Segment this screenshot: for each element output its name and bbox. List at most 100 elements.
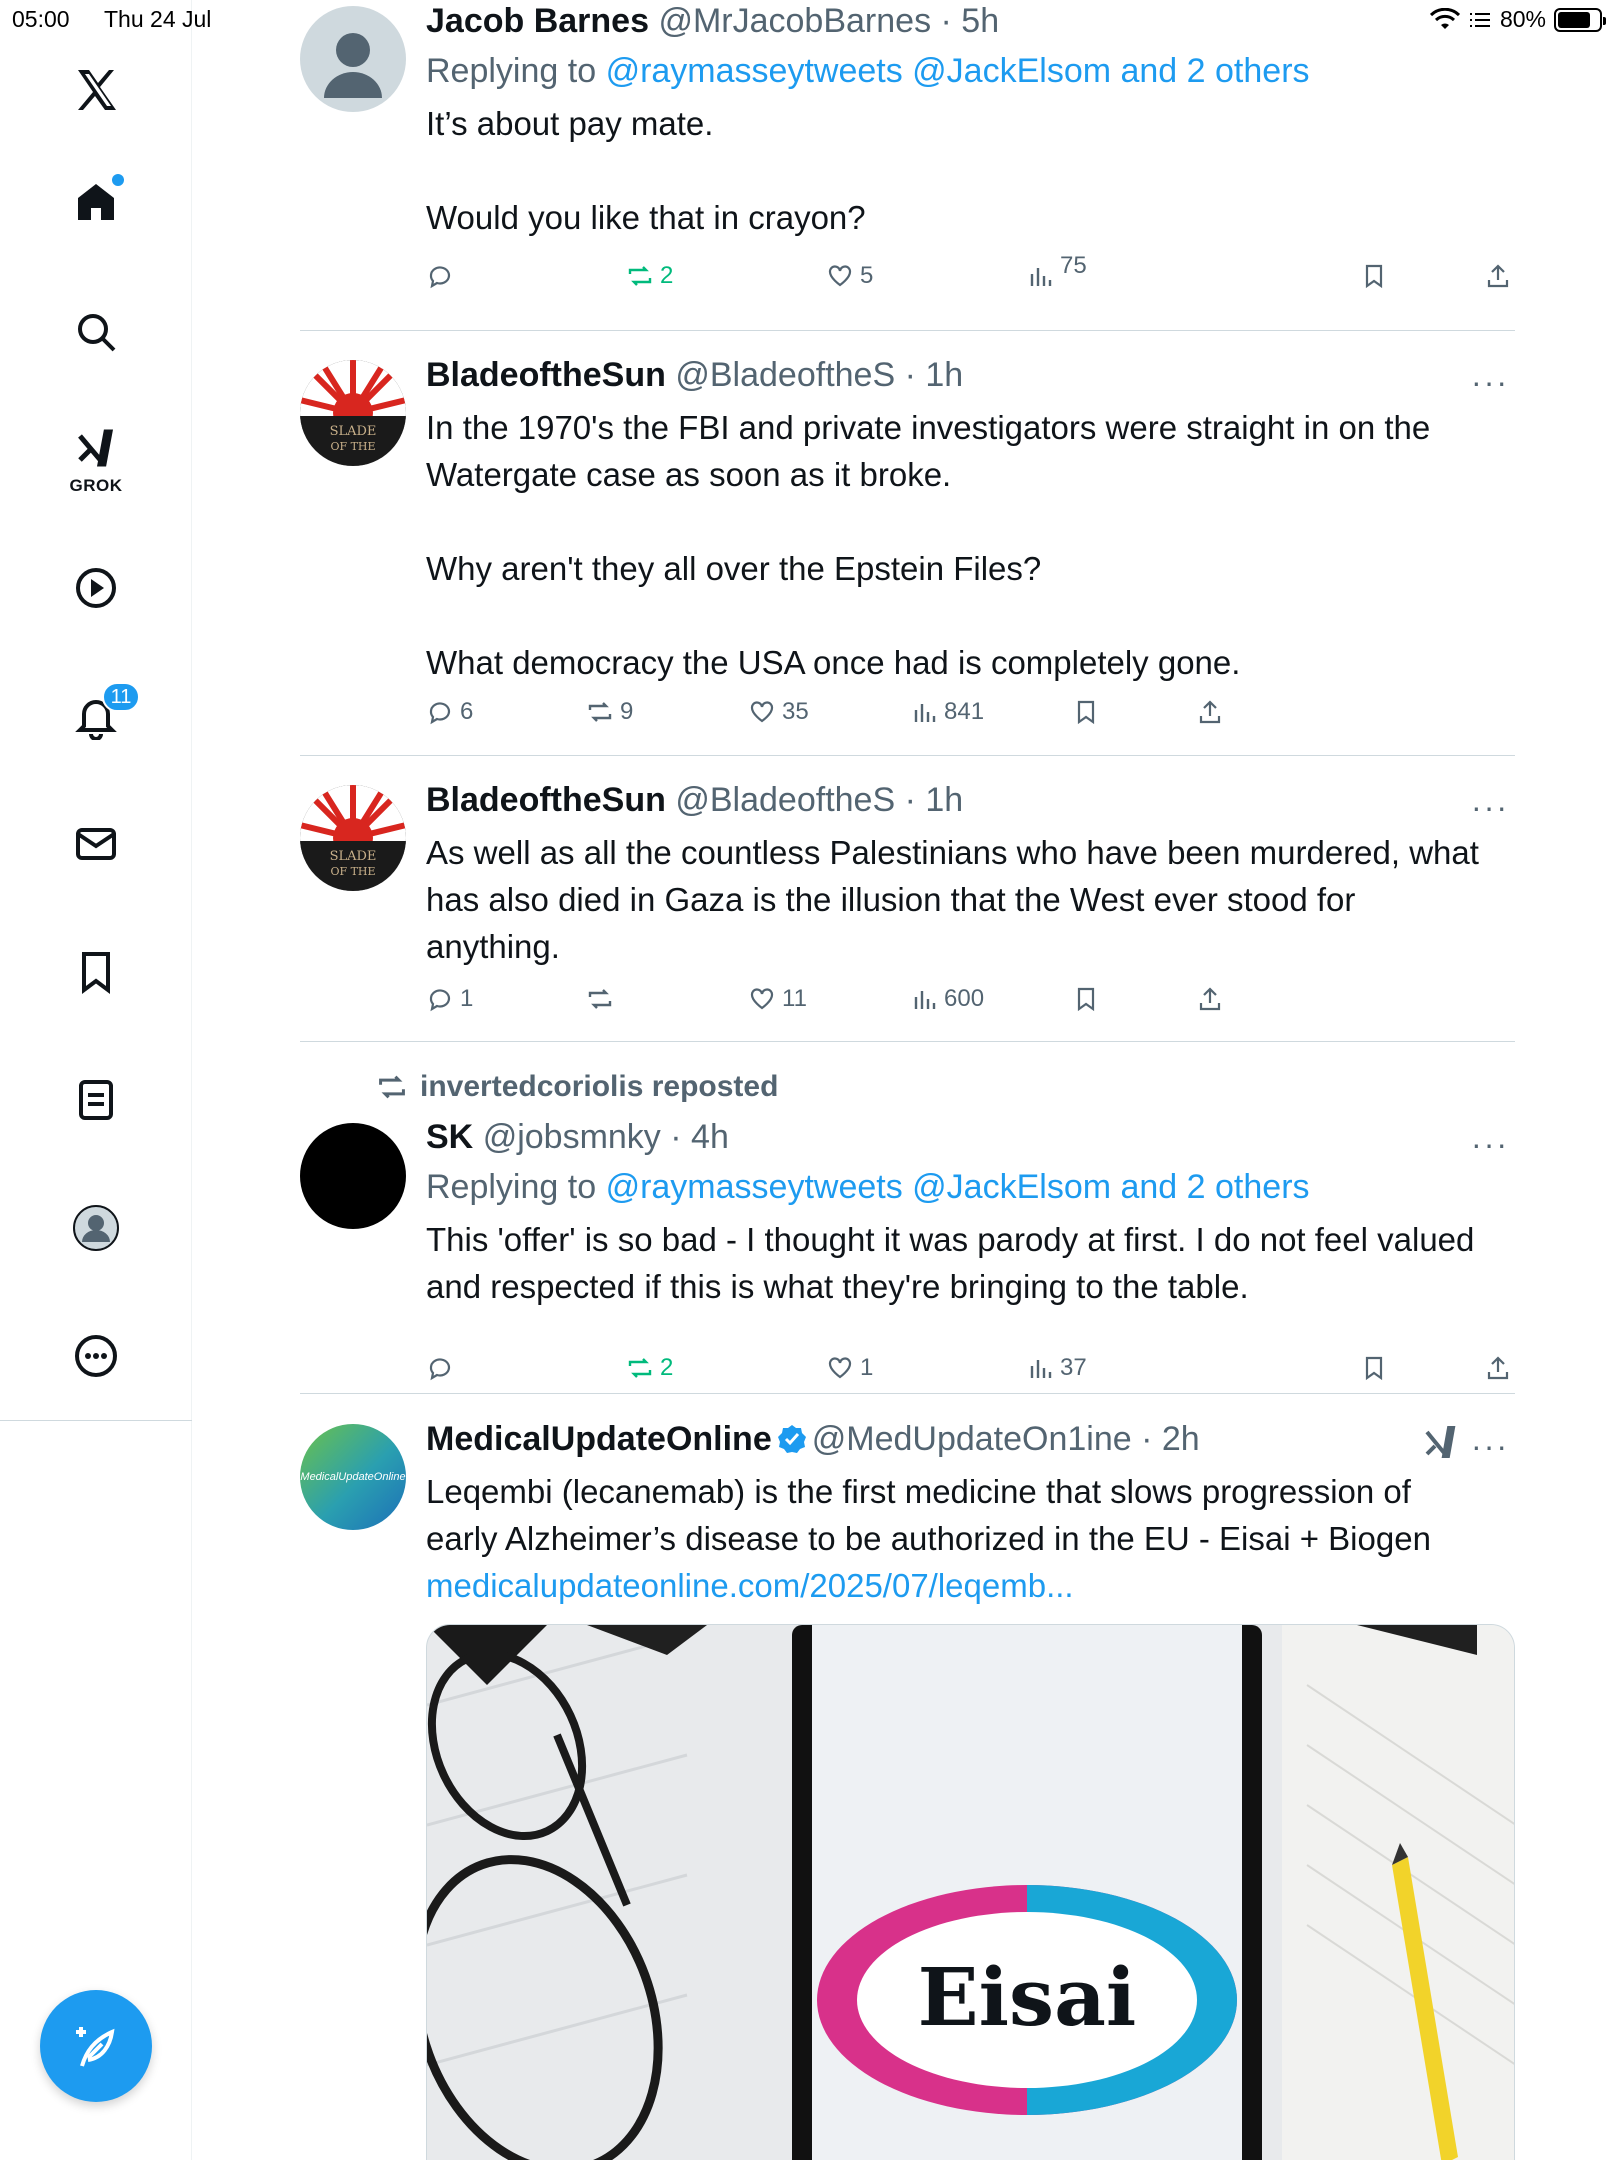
svg-text:SLADE: SLADE xyxy=(330,849,377,864)
svg-text:OF THE: OF THE xyxy=(330,440,375,453)
text-line: Leqembi (lecanemab) is the first medicin… xyxy=(426,1473,1411,1510)
like-button[interactable]: 35 xyxy=(748,698,809,726)
status-time: 05:00 xyxy=(12,6,70,32)
x-logo-icon[interactable] xyxy=(66,60,126,120)
status-date: Thu 24 Jul xyxy=(104,6,212,32)
bookmark-button[interactable] xyxy=(1360,1354,1388,1382)
messages-icon[interactable] xyxy=(66,814,126,874)
author-name[interactable]: SK xyxy=(426,1118,473,1156)
text-line: It’s about pay mate. xyxy=(426,105,714,142)
svg-text:OF THE: OF THE xyxy=(330,865,375,878)
reply-icon xyxy=(429,989,451,1012)
views-button[interactable]: 841 xyxy=(910,698,984,726)
bookmark-button[interactable] xyxy=(1360,262,1388,290)
reposted-by[interactable]: invertedcoriolis reposted xyxy=(376,1070,778,1104)
more-options-icon[interactable]: ··· xyxy=(1471,364,1509,401)
author-handle[interactable]: @MedUpdateOn1ine xyxy=(812,1420,1132,1458)
like-button[interactable]: 1 xyxy=(826,1354,873,1382)
sidebar-divider xyxy=(0,1420,192,1421)
bookmarks-icon[interactable] xyxy=(66,942,126,1002)
grok-explain-icon[interactable] xyxy=(1421,1424,1461,1464)
video-icon[interactable] xyxy=(66,558,126,618)
more-options-icon[interactable]: ··· xyxy=(1471,789,1509,826)
text-line: What democracy the USA once had is compl… xyxy=(426,644,1241,681)
author-name[interactable]: BladeoftheSun xyxy=(426,781,666,819)
verified-badge-icon xyxy=(777,1425,806,1453)
like-button[interactable]: 5 xyxy=(826,262,873,290)
avatar[interactable]: MedicalUpdateOnline xyxy=(300,1424,406,1530)
notifications-icon[interactable]: 11 xyxy=(66,682,140,746)
views-button[interactable]: 600 xyxy=(910,985,984,1013)
reply-button[interactable] xyxy=(426,262,460,290)
tweet-time[interactable]: 4h xyxy=(691,1118,729,1156)
more-options-icon[interactable]: ··· xyxy=(1471,1428,1509,1465)
repost-button[interactable]: 2 xyxy=(626,1354,673,1382)
lists-icon[interactable] xyxy=(66,1070,126,1130)
compose-post-button[interactable] xyxy=(40,1990,152,2102)
share-button[interactable] xyxy=(1196,698,1224,726)
repost-button[interactable]: 9 xyxy=(586,698,633,726)
battery-percent: 80% xyxy=(1499,6,1546,32)
author-name[interactable]: BladeoftheSun xyxy=(426,356,666,394)
text-line: In the 1970's the FBI and private invest… xyxy=(426,409,1431,446)
share-button[interactable] xyxy=(1484,1354,1512,1382)
more-icon[interactable] xyxy=(66,1326,126,1386)
share-icon xyxy=(1487,264,1509,288)
replying-to: Replying to @raymasseytweets @JackElsom … xyxy=(426,50,1515,92)
replying-label: Replying to xyxy=(426,52,597,90)
text-line: Watergate case as soon as it broke. xyxy=(426,456,952,493)
battery-icon xyxy=(1554,7,1606,32)
home-unread-dot xyxy=(112,174,124,186)
bookmark-button[interactable] xyxy=(1072,698,1100,726)
heart-icon xyxy=(828,1357,852,1379)
reply-button[interactable]: 6 xyxy=(426,698,473,726)
repost-icon xyxy=(379,1075,405,1099)
tweet-time[interactable]: 1h xyxy=(925,356,963,394)
profile-icon[interactable] xyxy=(66,1198,126,1258)
reply-icon xyxy=(429,702,451,725)
tweet-media-image[interactable]: Eisai xyxy=(426,1624,1515,2160)
replying-to-links[interactable]: @raymasseytweets @JackElsom and 2 others xyxy=(606,1168,1310,1206)
repost-button[interactable]: 2 xyxy=(626,262,673,290)
avatar[interactable]: SLADE OF THE xyxy=(300,360,406,466)
views-button[interactable]: 37 xyxy=(1026,1354,1087,1382)
wifi-icon xyxy=(1429,7,1460,29)
author-handle[interactable]: @BladeoftheS xyxy=(675,781,895,819)
tweet-link[interactable]: medicalupdateonline.com/2025/07/leqemb..… xyxy=(426,1562,1515,1609)
share-button[interactable] xyxy=(1484,262,1512,290)
search-icon[interactable] xyxy=(66,302,126,362)
like-button[interactable]: 11 xyxy=(748,985,807,1013)
text-line: anything. xyxy=(426,928,560,965)
author-handle[interactable]: @BladeoftheS xyxy=(675,356,895,394)
views-icon xyxy=(914,991,936,1009)
views-button[interactable]: 75 xyxy=(1026,252,1087,290)
media-logo-text: Eisai xyxy=(918,1950,1137,2044)
author-name[interactable]: MedicalUpdateOnline xyxy=(426,1420,772,1458)
reply-icon xyxy=(429,266,451,289)
text-line: As well as all the countless Palestinian… xyxy=(426,834,1479,871)
share-button[interactable] xyxy=(1196,985,1224,1013)
reply-button[interactable]: 1 xyxy=(426,985,473,1013)
avatar-text: MedicalUpdateOnline xyxy=(300,1471,406,1483)
replying-to-links[interactable]: @raymasseytweets @JackElsom and 2 others xyxy=(606,52,1310,90)
avatar[interactable]: SLADE OF THE xyxy=(300,785,406,891)
text-line: and respected if this is what they're br… xyxy=(426,1268,1249,1305)
more-options-icon[interactable]: ··· xyxy=(1471,1126,1509,1163)
tweet-text: This 'offer' is so bad - I thought it wa… xyxy=(426,1216,1515,1310)
repost-button[interactable] xyxy=(586,985,620,1013)
tweet-time[interactable]: 1h xyxy=(925,781,963,819)
grok-icon[interactable] xyxy=(66,420,126,480)
tweet-actions: 2 5 75 xyxy=(426,252,1515,306)
author-handle[interactable]: @jobsmnky xyxy=(483,1118,661,1156)
tweet-header: BladeoftheSun @BladeoftheS · 1h xyxy=(426,356,964,394)
views-icon xyxy=(914,704,936,722)
bookmark-icon xyxy=(1365,1356,1383,1381)
reply-icon xyxy=(429,1358,451,1381)
home-icon[interactable] xyxy=(66,172,126,232)
text-line: Why aren't they all over the Epstein Fil… xyxy=(426,550,1042,587)
status-right: 80% xyxy=(1429,6,1606,33)
tweet-time[interactable]: 2h xyxy=(1162,1420,1200,1458)
avatar[interactable] xyxy=(300,1123,406,1229)
reply-button[interactable] xyxy=(426,1354,460,1382)
bookmark-button[interactable] xyxy=(1072,985,1100,1013)
